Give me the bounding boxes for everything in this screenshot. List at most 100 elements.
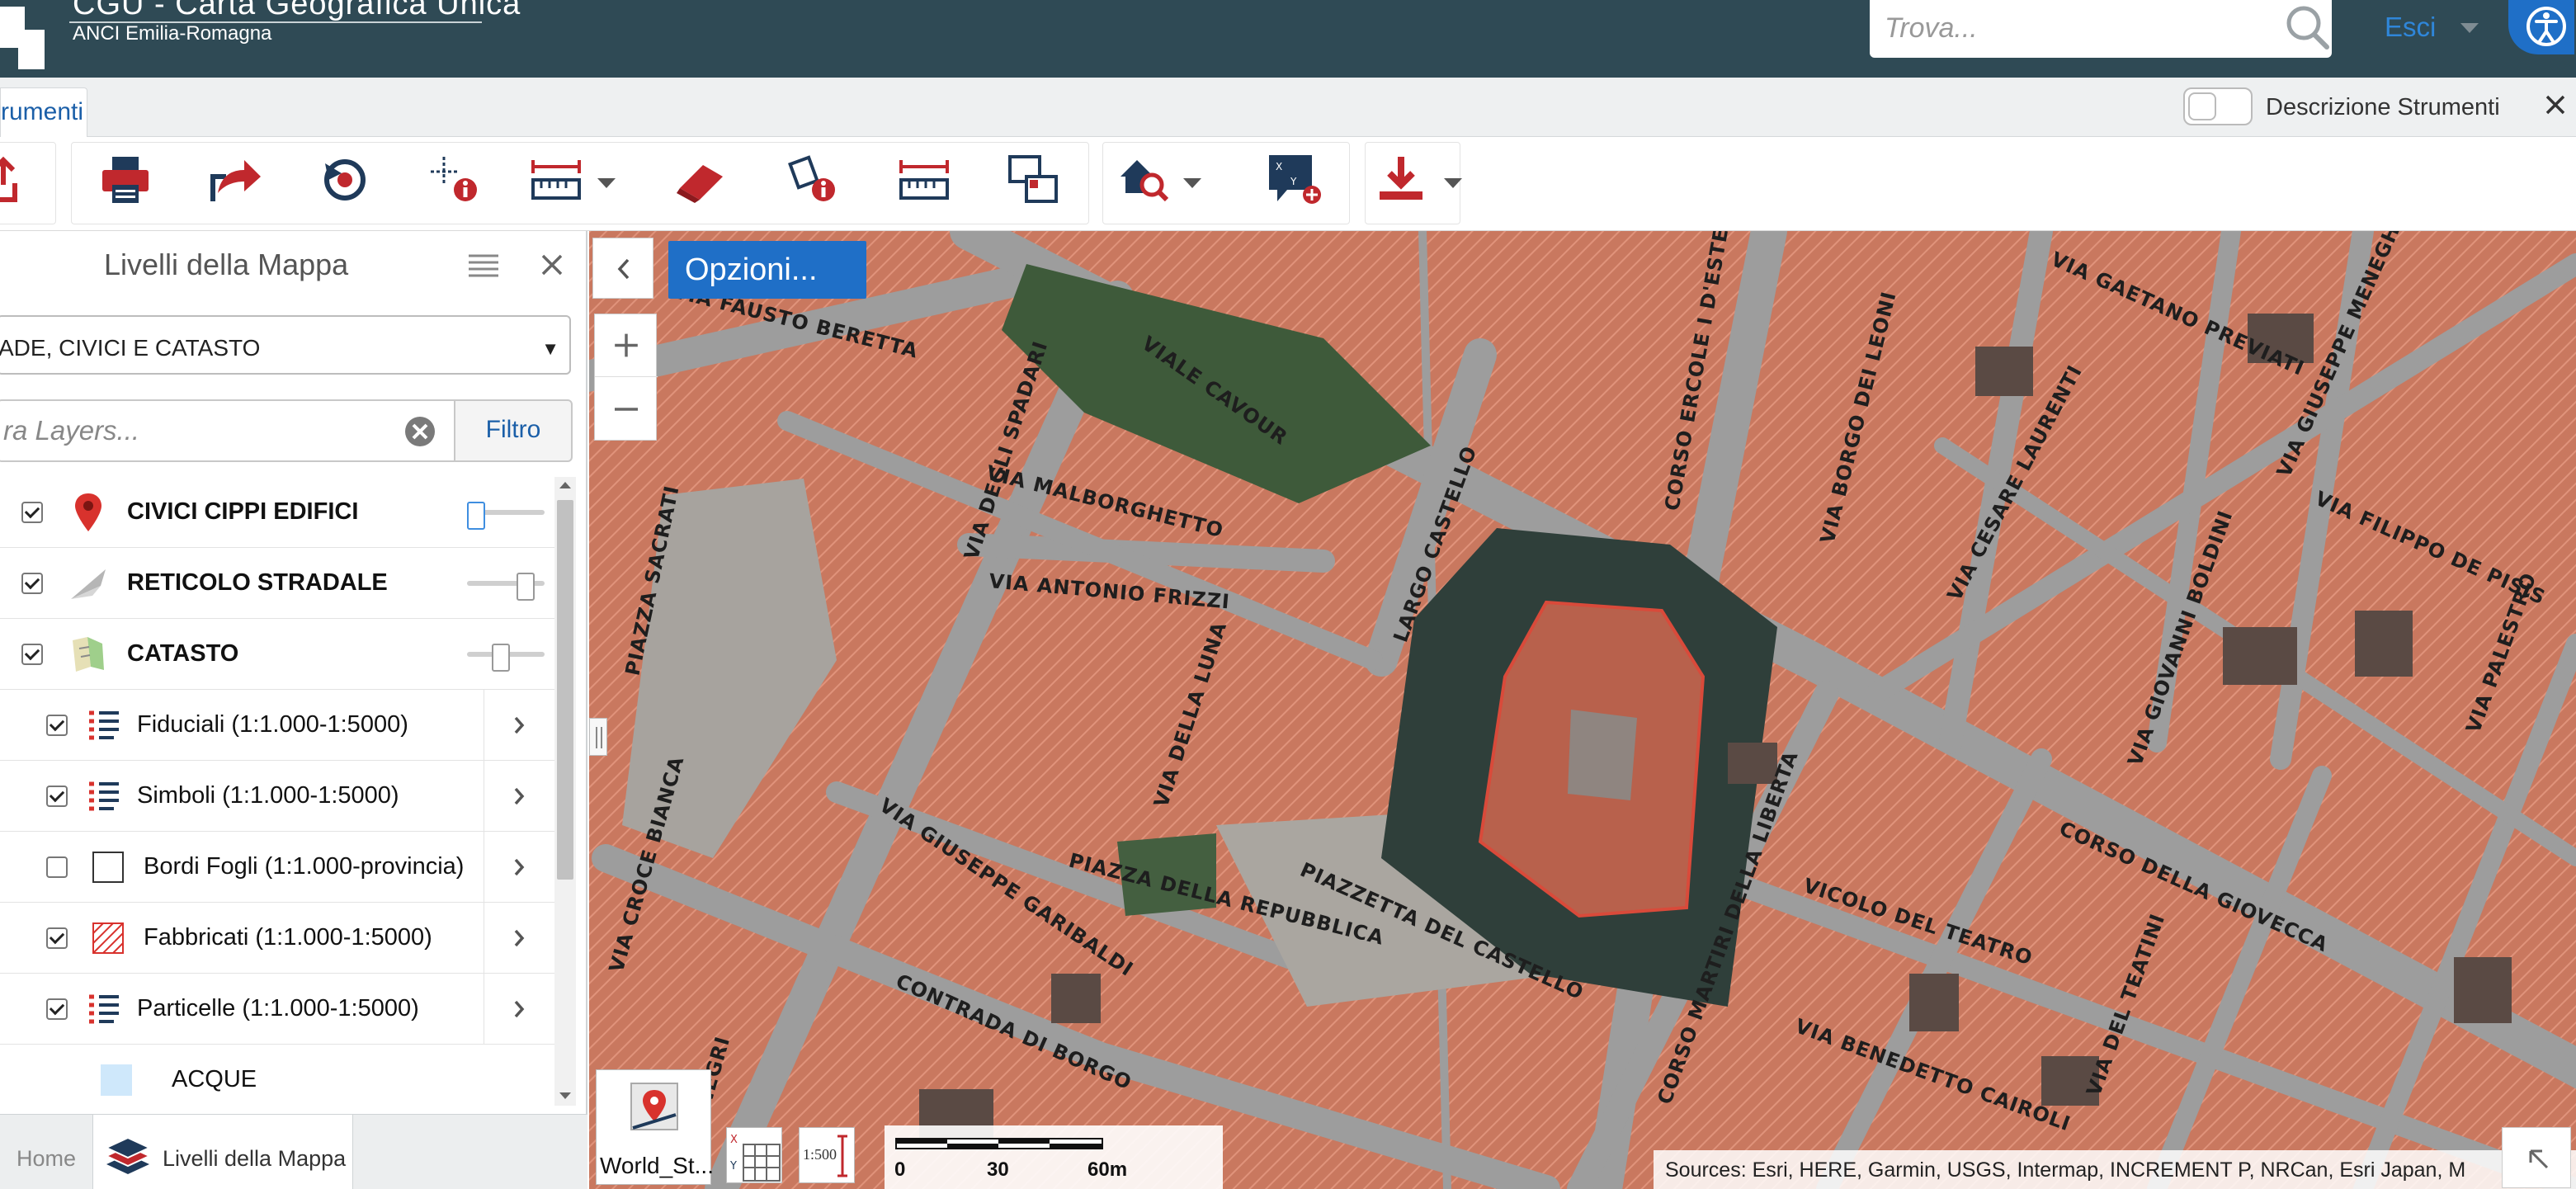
collapse-panel-button[interactable] bbox=[592, 238, 653, 299]
layer-checkbox[interactable] bbox=[46, 927, 68, 949]
legend-list-icon bbox=[89, 994, 119, 1024]
description-toggle-label: Descrizione Strumenti bbox=[2266, 94, 2500, 120]
menu-icon[interactable] bbox=[467, 251, 500, 281]
refresh-icon[interactable] bbox=[317, 152, 373, 206]
expand-chevron-icon[interactable] bbox=[484, 761, 554, 832]
chevron-down-icon[interactable] bbox=[1442, 172, 1464, 193]
expand-chevron-icon[interactable] bbox=[484, 903, 554, 974]
pin-icon bbox=[75, 493, 101, 531]
close-icon[interactable] bbox=[538, 251, 566, 279]
panel-resize-handle[interactable] bbox=[589, 718, 607, 756]
search-input[interactable] bbox=[1885, 7, 2264, 50]
chevron-down-icon[interactable] bbox=[2459, 17, 2480, 38]
opacity-slider[interactable] bbox=[467, 502, 545, 530]
layer-list: CIVICI CIPPI EDIFICI RETICOLO STRADALE C… bbox=[0, 477, 554, 1112]
layer-group-select[interactable]: ADE, CIVICI E CATASTO ▼ bbox=[0, 315, 571, 375]
coordinate-grid-button[interactable]: X Y bbox=[726, 1127, 782, 1183]
map-view[interactable]: VIA FAUSTO BERETTA VIA DEGLI SPADARI VIA… bbox=[589, 231, 2576, 1189]
layer-checkbox[interactable] bbox=[46, 786, 68, 807]
layer-row-simboli: Simboli (1:1.000-1:5000) bbox=[0, 761, 554, 832]
layer-checkbox[interactable] bbox=[46, 998, 68, 1020]
zoom-in-icon[interactable] bbox=[595, 314, 658, 377]
scale-label-30: 30 bbox=[987, 1158, 1009, 1181]
close-icon[interactable] bbox=[2543, 92, 2568, 117]
feature-info-icon[interactable] bbox=[786, 152, 842, 206]
legend-list-icon bbox=[89, 710, 119, 740]
measure-icon[interactable] bbox=[528, 152, 584, 206]
upload-icon[interactable] bbox=[0, 152, 43, 206]
expand-corner-button[interactable] bbox=[2502, 1127, 2571, 1188]
road-icon bbox=[71, 569, 106, 599]
distance-icon[interactable] bbox=[896, 152, 952, 206]
slider-thumb[interactable] bbox=[492, 644, 510, 672]
expand-chevron-icon[interactable] bbox=[484, 832, 554, 903]
share-icon[interactable] bbox=[208, 152, 264, 206]
layer-row-fabbricati: Fabbricati (1:1.000-1:5000) bbox=[0, 903, 554, 974]
layers-stack-icon bbox=[104, 1136, 152, 1174]
hatched-square-icon bbox=[92, 922, 124, 954]
scrollbar-thumb[interactable] bbox=[557, 500, 573, 880]
slider-thumb[interactable] bbox=[467, 502, 485, 530]
toggle-knob bbox=[2188, 92, 2216, 120]
layer-row-fiduciali: Fiduciali (1:1.000-1:5000) bbox=[0, 690, 554, 761]
print-icon[interactable] bbox=[97, 152, 153, 206]
layer-checkbox[interactable] bbox=[46, 715, 68, 736]
compare-icon[interactable] bbox=[1005, 152, 1061, 206]
search-icon[interactable] bbox=[2279, 0, 2333, 53]
layer-checkbox[interactable] bbox=[21, 502, 43, 523]
panel-title: Livelli della Mappa bbox=[104, 248, 349, 281]
options-button[interactable]: Opzioni... bbox=[668, 241, 866, 299]
slider-thumb[interactable] bbox=[517, 573, 535, 601]
map-attribution: Sources: Esri, HERE, Garmin, USGS, Inter… bbox=[1654, 1150, 2576, 1189]
point-info-icon[interactable] bbox=[427, 152, 484, 206]
layer-checkbox[interactable] bbox=[46, 856, 68, 878]
tab-layers[interactable]: Livelli della Mappa bbox=[92, 1115, 353, 1189]
app-subtitle: ANCI Emilia-Romagna bbox=[73, 22, 272, 45]
download-icon[interactable] bbox=[1373, 152, 1429, 206]
zoom-out-icon[interactable] bbox=[595, 378, 658, 441]
chevron-down-icon[interactable] bbox=[1182, 172, 1203, 193]
eraser-icon[interactable] bbox=[673, 152, 729, 206]
basemap-thumbnail-icon bbox=[630, 1083, 678, 1130]
layer-list-scrollbar[interactable] bbox=[554, 477, 576, 1106]
scale-label-60: 60m bbox=[1087, 1158, 1128, 1181]
scroll-up-icon[interactable] bbox=[558, 477, 573, 493]
basemap-switcher-button[interactable]: World_St... bbox=[596, 1069, 714, 1185]
layer-checkbox[interactable] bbox=[21, 644, 43, 665]
home-search-icon[interactable] bbox=[1116, 152, 1172, 206]
xy-marker-icon[interactable]: X Y bbox=[1266, 152, 1322, 206]
grip-icon bbox=[596, 727, 602, 748]
expand-chevron-icon[interactable] bbox=[484, 974, 554, 1045]
tab-strumenti[interactable]: rumenti bbox=[0, 87, 87, 137]
layer-name: Fabbricati (1:1.000-1:5000) bbox=[144, 924, 432, 951]
layer-name: Simboli (1:1.000-1:5000) bbox=[137, 782, 399, 809]
map-canvas[interactable]: VIA FAUSTO BERETTA VIA DEGLI SPADARI VIA… bbox=[589, 231, 2576, 1189]
opacity-slider[interactable] bbox=[467, 573, 545, 601]
filter-button[interactable]: Filtro bbox=[454, 399, 573, 462]
layer-name: CIVICI CIPPI EDIFICI bbox=[127, 498, 359, 525]
legend-list-icon bbox=[89, 781, 119, 811]
zoom-control bbox=[594, 314, 658, 441]
filter-layers-input[interactable] bbox=[0, 399, 455, 462]
scale-label-0: 0 bbox=[894, 1158, 906, 1181]
expand-chevron-icon[interactable] bbox=[484, 690, 554, 761]
layer-checkbox[interactable] bbox=[21, 573, 43, 594]
layer-name: Particelle (1:1.000-1:5000) bbox=[137, 995, 419, 1022]
scale-bar: 0 30 60m bbox=[885, 1125, 1223, 1189]
exit-link[interactable]: Esci bbox=[2385, 12, 2436, 43]
layer-row-reticolo: RETICOLO STRADALE bbox=[0, 548, 554, 619]
scale-selector-button[interactable]: 1:500 bbox=[799, 1127, 855, 1183]
tab-home[interactable]: Home bbox=[0, 1115, 89, 1189]
description-toggle[interactable] bbox=[2183, 87, 2253, 125]
scroll-down-icon[interactable] bbox=[558, 1088, 573, 1104]
layer-row-particelle: Particelle (1:1.000-1:5000) bbox=[0, 974, 554, 1045]
accessibility-button[interactable] bbox=[2508, 0, 2574, 54]
opacity-slider[interactable] bbox=[467, 644, 545, 672]
clear-input-icon[interactable] bbox=[403, 414, 437, 449]
svg-text:Y: Y bbox=[1290, 176, 1297, 187]
layer-row-catasto: CATASTO bbox=[0, 619, 554, 690]
water-swatch-icon bbox=[101, 1064, 132, 1096]
dropdown-arrow-icon: ▼ bbox=[541, 338, 559, 359]
basemap-label: World_St... bbox=[600, 1153, 714, 1178]
chevron-down-icon[interactable] bbox=[596, 172, 617, 193]
